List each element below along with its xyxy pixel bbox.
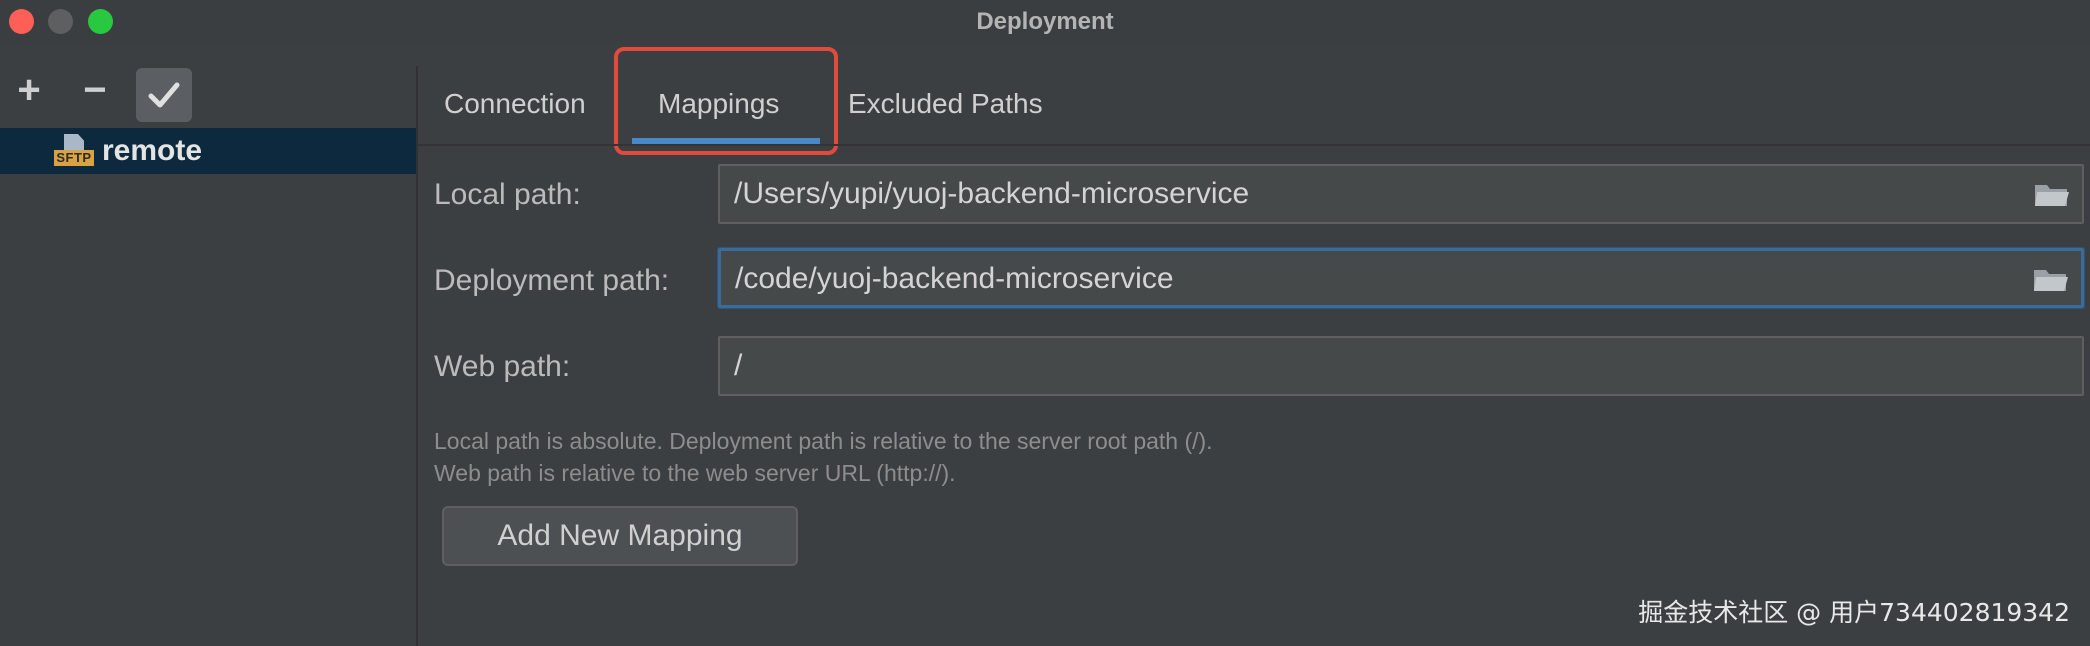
path-hint-line-1: Local path is absolute. Deployment path …	[434, 428, 1213, 454]
local-path-value: /Users/yupi/yuoj-backend-microservice	[734, 177, 1250, 210]
add-server-button[interactable]: +	[8, 70, 50, 112]
folder-icon[interactable]	[2033, 267, 2069, 293]
tab-connection[interactable]: Connection	[444, 84, 586, 124]
checkmark-icon	[148, 82, 180, 108]
sftp-badge: SFTP	[54, 150, 94, 166]
watermark: 掘金技术社区 @ 用户734402819342	[1638, 598, 2070, 627]
path-hint-line-2: Web path is relative to the web server U…	[434, 460, 956, 486]
local-path-label: Local path:	[434, 178, 581, 211]
window-title: Deployment	[976, 8, 1114, 35]
deployment-path-value: /code/yuoj-backend-microservice	[735, 262, 1174, 295]
web-path-label: Web path:	[434, 350, 571, 383]
remove-server-button[interactable]: −	[74, 70, 116, 112]
web-path-value: /	[734, 349, 743, 382]
deployment-path-input[interactable]: /code/yuoj-backend-microservice	[718, 248, 2084, 308]
local-path-input[interactable]: /Users/yupi/yuoj-backend-microservice	[718, 164, 2084, 224]
panel-divider[interactable]	[416, 66, 418, 646]
tab-excluded-paths[interactable]: Excluded Paths	[848, 84, 1043, 124]
tabs-separator	[418, 144, 2090, 146]
set-default-button[interactable]	[136, 68, 192, 122]
title-bar: Deployment	[0, 0, 2090, 44]
server-item-label: remote	[102, 134, 203, 167]
folder-icon[interactable]	[2034, 182, 2070, 208]
add-new-mapping-button[interactable]: Add New Mapping	[442, 506, 798, 566]
server-list-panel: + − SFTP remote	[0, 44, 416, 646]
server-item-remote[interactable]: SFTP remote	[0, 128, 416, 174]
deployment-path-label: Deployment path:	[434, 264, 670, 297]
sftp-server-icon: SFTP	[54, 134, 96, 168]
web-path-input[interactable]: /	[718, 336, 2084, 396]
annotation-highlight-box	[614, 47, 838, 155]
